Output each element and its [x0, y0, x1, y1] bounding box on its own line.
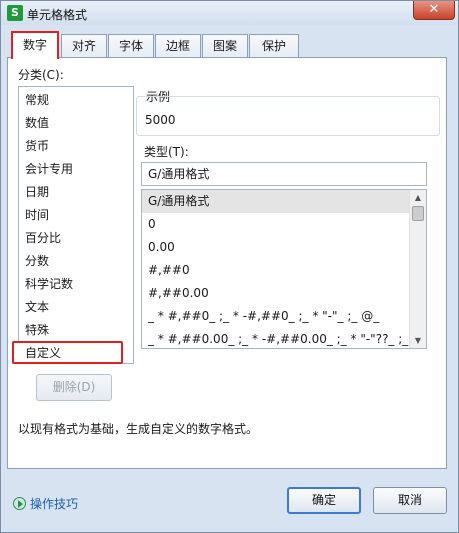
cancel-button[interactable]: 取消	[373, 487, 447, 514]
category-item-accounting[interactable]: 会计专用	[19, 158, 133, 181]
tab-alignment[interactable]: 对齐	[61, 34, 107, 58]
category-item-currency[interactable]: 货币	[19, 135, 133, 158]
sample-box: 5000	[136, 96, 440, 136]
tips-label: 操作技巧	[30, 497, 79, 511]
category-item-percentage[interactable]: 百分比	[19, 227, 133, 250]
category-item-general[interactable]: 常规	[19, 89, 133, 112]
category-item-time[interactable]: 时间	[19, 204, 133, 227]
category-item-scientific[interactable]: 科学记数	[19, 273, 133, 296]
title-bar: S 单元格格式 ✕	[1, 1, 458, 25]
tab-pattern[interactable]: 图案	[202, 34, 248, 58]
tips-link[interactable]: 操作技巧	[13, 495, 78, 512]
type-item[interactable]: 0	[142, 213, 410, 236]
type-list-scrollbar[interactable]: ▲ ▼	[409, 190, 426, 348]
type-input[interactable]: G/通用格式	[141, 162, 427, 186]
tab-protection[interactable]: 保护	[249, 34, 299, 58]
type-item[interactable]: #,##0	[142, 259, 410, 282]
format-description: 以现有格式为基础，生成自定义的数字格式。	[18, 422, 259, 436]
format-cells-dialog: S 单元格格式 ✕ 数字 对齐 字体 边框 图案 保护 分类(C): 常规 数值…	[0, 0, 459, 533]
type-item[interactable]: 0.00	[142, 236, 410, 259]
type-item[interactable]: _ * #,##0_ ;_ * -#,##0_ ;_ * "-"_ ;_ @_	[142, 305, 410, 328]
category-label: 分类(C):	[18, 68, 64, 82]
type-label: 类型(T):	[144, 145, 189, 159]
category-item-custom[interactable]: 自定义	[12, 341, 123, 364]
category-item-special[interactable]: 特殊	[19, 319, 133, 342]
close-button[interactable]: ✕	[413, 1, 455, 20]
ok-button[interactable]: 确定	[287, 487, 361, 514]
scroll-up-arrow-icon[interactable]: ▲	[410, 190, 426, 205]
tab-border[interactable]: 边框	[155, 34, 201, 58]
play-circle-icon	[13, 497, 26, 510]
scroll-thumb[interactable]	[412, 206, 424, 221]
delete-button[interactable]: 删除(D)	[36, 374, 112, 401]
tab-number[interactable]: 数字	[11, 31, 59, 59]
app-icon: S	[7, 5, 23, 21]
category-item-fraction[interactable]: 分数	[19, 250, 133, 273]
category-item-number[interactable]: 数值	[19, 112, 133, 135]
tab-font[interactable]: 字体	[108, 34, 154, 58]
category-item-date[interactable]: 日期	[19, 181, 133, 204]
scroll-down-arrow-icon[interactable]: ▼	[410, 333, 426, 348]
type-list[interactable]: G/通用格式 0 0.00 #,##0 #,##0.00 _ * #,##0_ …	[141, 189, 427, 349]
sample-value: 5000	[145, 113, 176, 127]
number-tab-panel: 分类(C): 常规 数值 货币 会计专用 日期 时间 百分比 分数 科学记数 文…	[7, 57, 447, 469]
type-item[interactable]: #,##0.00	[142, 282, 410, 305]
type-item[interactable]: G/通用格式	[142, 190, 410, 213]
category-item-text[interactable]: 文本	[19, 296, 133, 319]
dialog-title: 单元格格式	[27, 8, 88, 22]
category-list[interactable]: 常规 数值 货币 会计专用 日期 时间 百分比 分数 科学记数 文本 特殊 自定…	[12, 86, 134, 364]
type-item[interactable]: _ * #,##0.00_ ;_ * -#,##0.00_ ;_ * "-"??…	[142, 328, 410, 348]
